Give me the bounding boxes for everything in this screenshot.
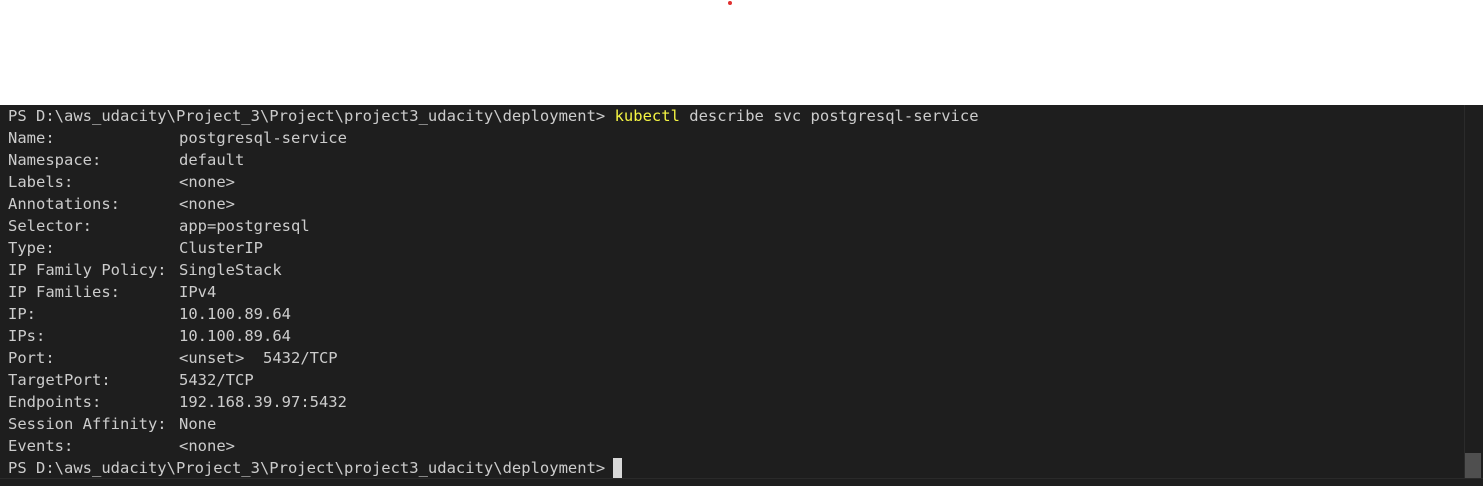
field-value: <none>: [179, 195, 235, 213]
field-row-target-port: TargetPort: 5432/TCP: [8, 369, 1453, 391]
screen-top-area: [0, 0, 1483, 105]
red-dot-indicator: [728, 1, 732, 5]
field-value: postgresql-service: [179, 129, 347, 147]
field-key: TargetPort:: [8, 371, 111, 389]
field-key: Events:: [8, 437, 74, 455]
field-row-annotations: Annotations: <none>: [8, 193, 1453, 215]
terminal-output: PS D:\aws_udacity\Project_3\Project\proj…: [8, 105, 1453, 479]
field-key: Session Affinity:: [8, 415, 167, 433]
field-key: IP:: [8, 305, 36, 323]
field-row-labels: Labels: <none>: [8, 171, 1453, 193]
field-row-endpoints: Endpoints: 192.168.39.97:5432: [8, 391, 1453, 413]
command-args: describe svc postgresql-service: [679, 107, 979, 125]
field-value: <none>: [179, 437, 235, 455]
field-value: <unset> 5432/TCP: [179, 349, 338, 367]
final-prompt-line[interactable]: PS D:\aws_udacity\Project_3\Project\proj…: [8, 457, 1453, 479]
field-value: 10.100.89.64: [179, 327, 291, 345]
field-row-events: Events: <none>: [8, 435, 1453, 457]
command-program: kubectl: [614, 107, 680, 125]
field-key: Selector:: [8, 217, 92, 235]
field-value: 5432/TCP: [179, 371, 254, 389]
command-prompt: PS D:\aws_udacity\Project_3\Project\proj…: [8, 107, 615, 125]
field-row-selector: Selector: app=postgresql: [8, 215, 1453, 237]
field-row-ip-family-policy: IP Family Policy: SingleStack: [8, 259, 1453, 281]
field-row-ip: IP: 10.100.89.64: [8, 303, 1453, 325]
field-key: Type:: [8, 239, 55, 257]
field-key: IP Families:: [8, 283, 120, 301]
block-cursor-icon: [613, 457, 623, 478]
vertical-scrollbar[interactable]: [1464, 105, 1483, 485]
field-row-name: Name: postgresql-service: [8, 127, 1453, 149]
terminal-panel[interactable]: PS D:\aws_udacity\Project_3\Project\proj…: [0, 105, 1483, 485]
field-value: 192.168.39.97:5432: [179, 393, 347, 411]
command-line: PS D:\aws_udacity\Project_3\Project\proj…: [8, 105, 1453, 127]
field-value: ClusterIP: [179, 239, 263, 257]
field-row-ip-families: IP Families: IPv4: [8, 281, 1453, 303]
field-value: default: [179, 151, 245, 169]
field-value: SingleStack: [179, 261, 282, 279]
field-value: None: [179, 415, 217, 433]
field-key: Endpoints:: [8, 393, 102, 411]
field-key: Labels:: [8, 173, 74, 191]
field-key: IP Family Policy:: [8, 261, 167, 279]
final-prompt: PS D:\aws_udacity\Project_3\Project\proj…: [8, 459, 606, 477]
scrollbar-thumb[interactable]: [1465, 453, 1481, 479]
field-key: Name:: [8, 129, 55, 147]
field-row-port: Port: <unset> 5432/TCP: [8, 347, 1453, 369]
field-row-session-affinity: Session Affinity: None: [8, 413, 1453, 435]
field-row-ips: IPs: 10.100.89.64: [8, 325, 1453, 347]
field-value: app=postgresql: [179, 217, 310, 235]
field-row-type: Type: ClusterIP: [8, 237, 1453, 259]
field-value: <none>: [179, 173, 235, 191]
field-value: IPv4: [179, 283, 217, 301]
field-key: IPs:: [8, 327, 46, 345]
field-row-namespace: Namespace: default: [8, 149, 1453, 171]
field-key: Namespace:: [8, 151, 102, 169]
field-key: Port:: [8, 349, 55, 367]
field-value: 10.100.89.64: [179, 305, 291, 323]
field-key: Annotations:: [8, 195, 120, 213]
